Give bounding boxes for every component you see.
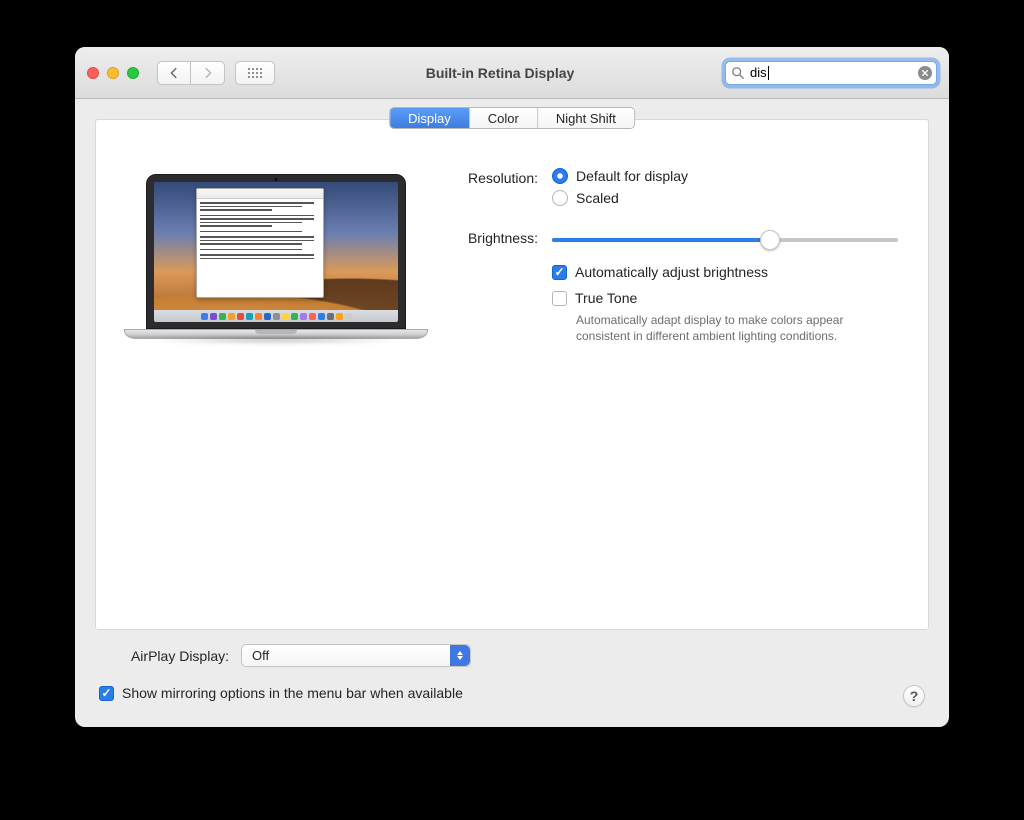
show-all-button[interactable] <box>235 61 275 85</box>
slider-fill <box>552 238 770 242</box>
brightness-label: Brightness: <box>446 228 538 246</box>
tab-display[interactable]: Display <box>390 108 469 128</box>
back-button[interactable] <box>157 61 191 85</box>
auto-brightness-checkbox[interactable]: Automatically adjust brightness <box>552 264 898 280</box>
slider-thumb[interactable] <box>760 230 780 250</box>
content-area: Display Color Night Shift <box>75 99 949 727</box>
checkbox-icon <box>99 686 114 701</box>
forward-button[interactable] <box>191 61 225 85</box>
select-value: Off <box>252 648 269 663</box>
window-title: Built-in Retina Display <box>285 65 715 81</box>
true-tone-checkbox[interactable]: True Tone <box>552 290 898 306</box>
x-icon <box>921 69 929 77</box>
search-icon <box>731 66 745 80</box>
titlebar: Built-in Retina Display <box>75 47 949 99</box>
show-mirroring-checkbox[interactable]: Show mirroring options in the menu bar w… <box>99 685 463 701</box>
airplay-select[interactable]: Off <box>241 644 471 667</box>
true-tone-description: Automatically adapt display to make colo… <box>576 312 896 344</box>
help-button[interactable]: ? <box>903 685 925 707</box>
checkbox-label: Automatically adjust brightness <box>575 264 768 280</box>
text-cursor <box>768 66 769 80</box>
close-window-button[interactable] <box>87 67 99 79</box>
radio-icon <box>552 168 568 184</box>
checkbox-label: True Tone <box>575 290 637 306</box>
grid-icon <box>247 67 263 79</box>
airplay-label: AirPlay Display: <box>99 648 229 664</box>
nav-group <box>157 61 225 85</box>
search-field[interactable] <box>725 61 937 85</box>
resolution-label: Resolution: <box>446 168 538 186</box>
tab-night-shift[interactable]: Night Shift <box>537 108 634 128</box>
window-controls <box>87 67 139 79</box>
help-icon: ? <box>910 688 919 704</box>
chevron-left-icon <box>167 66 181 80</box>
bottom-area: AirPlay Display: Off Show mirroring opti… <box>95 630 929 707</box>
checkbox-label: Show mirroring options in the menu bar w… <box>122 685 463 701</box>
radio-label: Default for display <box>576 168 688 184</box>
search-input[interactable] <box>725 61 937 85</box>
stepper-arrows-icon <box>450 645 470 666</box>
checkbox-icon <box>552 265 567 280</box>
radio-icon <box>552 190 568 206</box>
radio-label: Scaled <box>576 190 619 206</box>
tab-label: Night Shift <box>556 111 616 126</box>
resolution-scaled-radio[interactable]: Scaled <box>552 190 898 206</box>
tab-bar: Display Color Night Shift <box>389 107 635 129</box>
zoom-window-button[interactable] <box>127 67 139 79</box>
preferences-window: Built-in Retina Display Display Color Ni… <box>75 47 949 727</box>
tab-label: Display <box>408 111 451 126</box>
brightness-slider[interactable] <box>552 230 898 250</box>
settings-panel: Display Color Night Shift <box>95 119 929 630</box>
resolution-default-radio[interactable]: Default for display <box>552 168 898 184</box>
checkbox-icon <box>552 291 567 306</box>
chevron-right-icon <box>201 66 215 80</box>
minimize-window-button[interactable] <box>107 67 119 79</box>
display-preview <box>146 174 406 339</box>
tab-color[interactable]: Color <box>469 108 537 128</box>
tab-label: Color <box>488 111 519 126</box>
clear-search-button[interactable] <box>918 66 932 80</box>
